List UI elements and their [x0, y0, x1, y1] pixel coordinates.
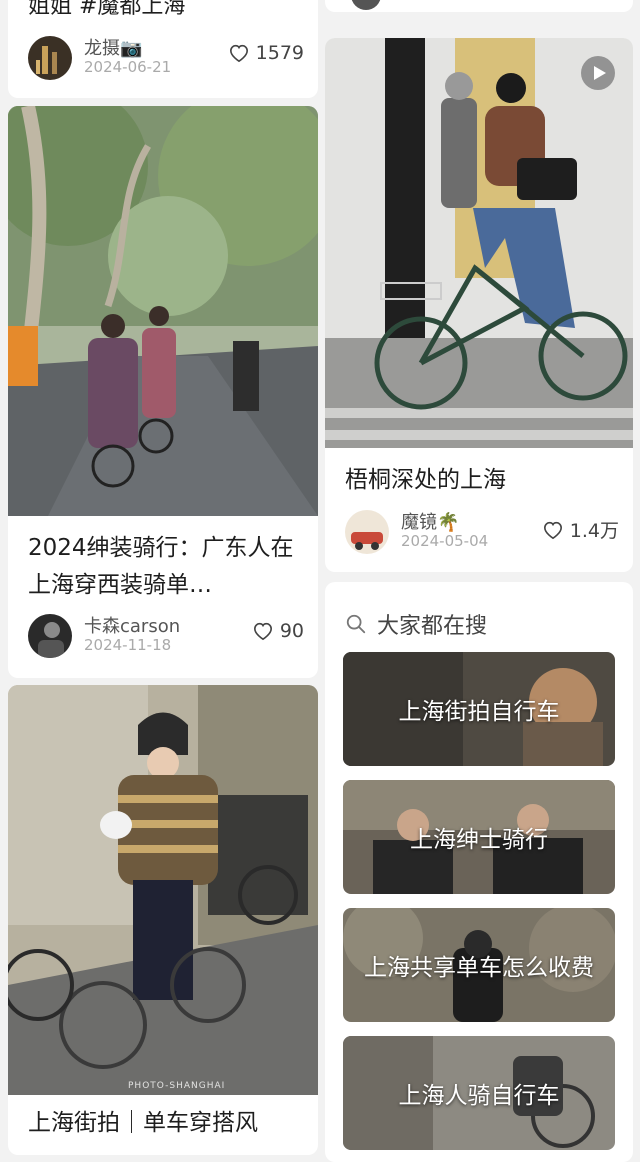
- like-count: 1.4万: [569, 520, 619, 542]
- search-suggestion-item[interactable]: 上海绅士骑行: [343, 780, 615, 894]
- post-card[interactable]: [325, 0, 633, 12]
- author-name[interactable]: 魔镜🌴: [401, 508, 459, 534]
- heart-icon: [253, 622, 272, 641]
- post-meta: 卡森carson 2024-11-18 90: [28, 614, 304, 662]
- post-date: 2024-05-04: [401, 532, 489, 550]
- avatar[interactable]: [28, 614, 72, 658]
- like-button[interactable]: 90: [252, 620, 304, 642]
- heart-icon: [229, 44, 248, 63]
- post-card[interactable]: 梧桐深处的上海 魔镜🌴 2024-05-04 1.4万: [325, 38, 633, 572]
- like-count: 1579: [255, 42, 304, 64]
- like-button[interactable]: 1.4万: [542, 516, 619, 543]
- image-watermark: PHOTO-SHANGHAI: [128, 1081, 226, 1091]
- avatar[interactable]: [351, 0, 381, 10]
- avatar[interactable]: [345, 510, 389, 554]
- heart-icon: [543, 521, 562, 539]
- search-suggestion-label: 上海绅士骑行: [410, 827, 548, 853]
- search-suggestions-heading: 大家都在搜: [377, 614, 488, 639]
- post-card[interactable]: 姐姐 #魔都上海 龙摄📷 2024-06-21 1579: [8, 0, 318, 98]
- post-date: 2024-11-18: [84, 636, 172, 654]
- search-suggestions-card: 大家都在搜 上海街拍自行车 上海绅士骑行 上海共享单车怎么收费 上海人骑自行车: [325, 582, 633, 1162]
- post-title: 姐姐 #魔都上海: [28, 0, 186, 19]
- post-date: 2024-06-21: [84, 58, 172, 76]
- post-title: 上海街拍｜单车穿搭风: [28, 1110, 258, 1136]
- post-card[interactable]: 2024绅装骑行：广东人在上海穿西装骑单… 卡森carson 2024-11-1…: [8, 106, 318, 678]
- search-suggestion-label: 上海街拍自行车: [398, 699, 560, 725]
- search-suggestion-label: 上海共享单车怎么收费: [364, 955, 594, 981]
- post-title: 2024绅装骑行：广东人在上海穿西装骑单…: [28, 535, 294, 598]
- post-meta: 魔镜🌴 2024-05-04 1.4万: [345, 510, 619, 558]
- search-icon: [346, 614, 366, 634]
- post-title: 梧桐深处的上海: [345, 467, 506, 493]
- author-name[interactable]: 龙摄📷: [84, 34, 142, 60]
- post-image[interactable]: [325, 38, 633, 448]
- search-suggestion-item[interactable]: 上海街拍自行车: [343, 652, 615, 766]
- author-name[interactable]: 卡森carson: [84, 612, 180, 638]
- post-card[interactable]: PHOTO-SHANGHAI 上海街拍｜单车穿搭风: [8, 685, 318, 1155]
- like-count: 90: [279, 620, 304, 642]
- search-suggestions-header: 大家都在搜: [345, 608, 487, 640]
- like-button[interactable]: 1579: [228, 42, 304, 64]
- post-image[interactable]: PHOTO-SHANGHAI: [8, 685, 318, 1095]
- post-meta: 龙摄📷 2024-06-21 1579: [28, 36, 304, 84]
- video-play-icon[interactable]: [581, 56, 615, 90]
- post-image[interactable]: [8, 106, 318, 516]
- avatar[interactable]: [28, 36, 72, 80]
- search-suggestion-item[interactable]: 上海共享单车怎么收费: [343, 908, 615, 1022]
